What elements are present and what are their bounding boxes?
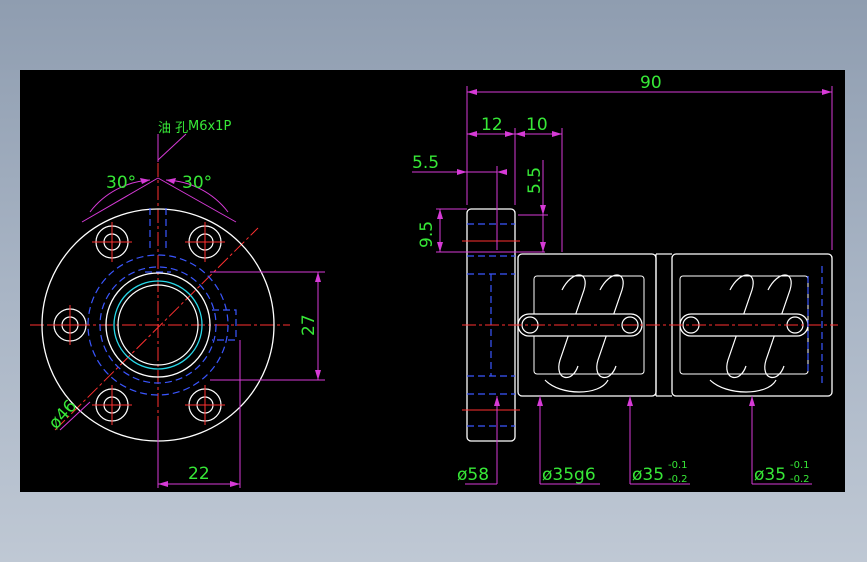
side-dimension-lines: [412, 86, 833, 485]
dim-d35g6-label: ø35g6: [542, 465, 596, 485]
dim-9-5-label: 9.5: [417, 221, 437, 248]
oil-hole-label: 油 孔: [158, 121, 188, 136]
dim-step-label: 10: [526, 115, 548, 135]
dim-width-label: 22: [188, 464, 210, 484]
angle-right-label: 30°: [182, 173, 212, 193]
dim-5-5-v-label: 5.5: [525, 167, 545, 194]
dim-d35-a-label: ø35: [632, 465, 664, 485]
tol-b-upper: -0.1: [790, 460, 810, 471]
cad-drawing: 油 孔 M6x1P 30° 30° 27 22 ø46 90 12 10 5.5…: [30, 73, 838, 488]
dim-d35-b-label: ø35: [754, 465, 786, 485]
thread-label: M6x1P: [188, 119, 231, 134]
angle-left-label: 30°: [106, 173, 136, 193]
hidden-lines: [87, 208, 237, 396]
dim-5-5-h-label: 5.5: [412, 153, 439, 173]
tol-a-upper: -0.1: [668, 460, 688, 471]
dim-flange-label: 12: [481, 115, 503, 135]
dim-pcd-label: ø46: [45, 396, 81, 433]
dim-height-label: 27: [299, 314, 319, 336]
side-view: 90 12 10 5.5 5.5 9.5 ø58 ø35g6 ø35 -0.1 …: [412, 73, 838, 485]
bolt-holes: [53, 225, 222, 422]
front-view: 油 孔 M6x1P 30° 30° 27 22 ø46: [30, 119, 325, 488]
tol-a-lower: -0.2: [668, 474, 688, 485]
tol-b-lower: -0.2: [790, 474, 810, 485]
dim-d58-label: ø58: [457, 465, 489, 485]
dim-total-label: 90: [640, 73, 662, 93]
